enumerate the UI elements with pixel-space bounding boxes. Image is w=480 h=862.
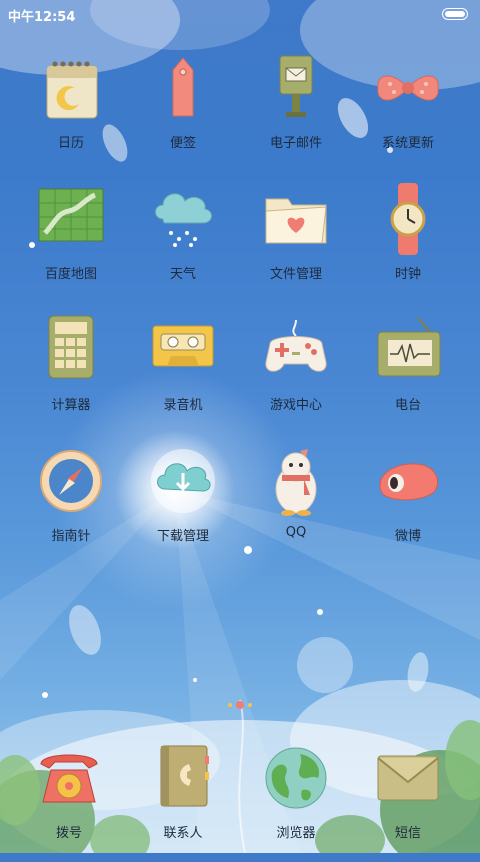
dock-dialer[interactable]: 拨号 <box>14 742 124 862</box>
app-label: 百度地图 <box>44 267 97 282</box>
rotary-phone-icon <box>40 754 98 803</box>
app-radio[interactable]: 电台 <box>353 314 463 434</box>
calculator-icon <box>48 315 94 379</box>
dock-contacts[interactable]: 联系人 <box>128 742 238 862</box>
app-compass[interactable]: 指南针 <box>16 445 126 565</box>
app-label: 电子邮件 <box>269 136 322 151</box>
app-download-manager[interactable]: 下载管理 <box>128 445 238 565</box>
globe-icon <box>265 747 327 809</box>
app-notes[interactable]: 便签 <box>128 52 238 172</box>
mailbox-icon <box>279 55 313 117</box>
folder-icon <box>265 198 327 244</box>
app-label: 天气 <box>169 267 196 282</box>
app-label: 游戏中心 <box>269 398 322 413</box>
app-label: 联系人 <box>163 826 203 841</box>
penguin-icon <box>275 449 317 516</box>
compass-icon <box>40 450 102 512</box>
app-qq[interactable]: QQ <box>241 445 351 565</box>
app-label: 电台 <box>394 398 421 413</box>
app-file-manager[interactable]: 文件管理 <box>241 183 351 303</box>
app-baidu-map[interactable]: 百度地图 <box>16 183 126 303</box>
gamepad-icon <box>265 319 327 372</box>
tag-icon <box>172 57 194 117</box>
app-label: 日历 <box>57 136 84 151</box>
app-label: 文件管理 <box>269 267 322 282</box>
app-weather[interactable]: 天气 <box>128 183 238 303</box>
page-dot-active <box>236 701 244 709</box>
app-label: 短信 <box>394 826 421 841</box>
download-cloud-icon <box>151 449 215 513</box>
cassette-icon <box>152 325 214 367</box>
app-label: 拨号 <box>55 826 82 841</box>
bow-icon <box>377 75 439 101</box>
cloud-rain-icon <box>155 193 212 247</box>
radio-icon <box>377 317 441 377</box>
app-weibo[interactable]: 微博 <box>353 445 463 565</box>
app-calendar[interactable]: 日历 <box>16 52 126 172</box>
watch-icon <box>390 183 426 255</box>
calendar-icon <box>46 61 98 119</box>
app-email[interactable]: 电子邮件 <box>241 52 351 172</box>
contact-book-icon <box>160 745 209 807</box>
weibo-eye-icon <box>379 463 439 501</box>
app-recorder[interactable]: 录音机 <box>128 314 238 434</box>
app-clock[interactable]: 时钟 <box>353 183 463 303</box>
app-label: 录音机 <box>163 398 203 413</box>
app-label: QQ <box>285 525 307 540</box>
app-label: 系统更新 <box>381 136 434 151</box>
envelope-icon <box>377 755 439 801</box>
status-time: 中午12:54 <box>8 10 76 25</box>
map-icon <box>38 188 104 242</box>
battery-icon <box>442 8 468 20</box>
app-calculator[interactable]: 计算器 <box>16 314 126 434</box>
app-label: 下载管理 <box>156 529 209 544</box>
page-dot <box>248 703 252 707</box>
app-system-update[interactable]: 系统更新 <box>353 52 463 172</box>
page-indicator <box>228 701 252 709</box>
app-label: 浏览器 <box>276 826 316 841</box>
app-label: 计算器 <box>51 398 91 413</box>
app-label: 时钟 <box>394 267 421 282</box>
page-dot <box>228 703 232 707</box>
app-label: 指南针 <box>51 529 91 544</box>
dock-browser[interactable]: 浏览器 <box>241 742 351 862</box>
status-bar: 中午12:54 <box>0 0 480 28</box>
app-game-center[interactable]: 游戏中心 <box>241 314 351 434</box>
app-label: 便签 <box>169 136 196 151</box>
dock-messages[interactable]: 短信 <box>353 742 463 862</box>
app-label: 微博 <box>394 529 421 544</box>
